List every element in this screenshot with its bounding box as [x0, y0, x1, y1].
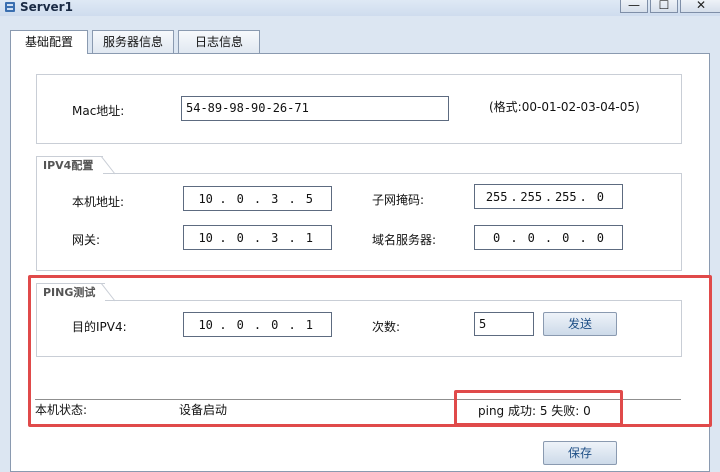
status-divider	[35, 399, 681, 400]
tab-log-info[interactable]: 日志信息	[178, 30, 260, 53]
ping-count-label: 次数:	[372, 320, 401, 334]
dns-input[interactable]: 0. 0. 0. 0	[474, 225, 623, 250]
subnet-label: 子网掩码:	[372, 193, 425, 207]
legend-tab-edge	[101, 156, 116, 175]
status-label: 本机状态:	[35, 403, 88, 417]
mac-input[interactable]: 54-89-98-90-26-71	[181, 96, 449, 121]
maximize-button[interactable]: ☐	[650, 0, 678, 13]
subnet-input[interactable]: 255. 255. 255. 0	[474, 184, 623, 209]
window-edge	[713, 53, 720, 472]
save-button[interactable]: 保存	[543, 441, 617, 465]
ping-legend: PING测试	[36, 283, 106, 301]
local-ip-label: 本机地址:	[72, 195, 125, 209]
title-bar: Server1 — ☐ ✕	[0, 0, 720, 16]
ping-target-input[interactable]: 10. 0. 0. 1	[183, 312, 332, 337]
minimize-button[interactable]: —	[620, 0, 648, 13]
ping-result: ping 成功: 5 失败: 0	[478, 404, 591, 418]
gateway-input[interactable]: 10. 0. 3. 1	[183, 225, 332, 250]
server-icon	[5, 2, 15, 12]
ping-count-input[interactable]: 5	[474, 312, 534, 336]
tab-basic-config[interactable]: 基础配置	[10, 30, 88, 54]
mac-format-hint: (格式:00-01-02-03-04-05)	[489, 100, 640, 114]
local-ip-input[interactable]: 10. 0. 3. 5	[183, 186, 332, 211]
legend-tab-edge	[101, 283, 116, 302]
dns-label: 域名服务器:	[372, 233, 437, 247]
tab-server-info[interactable]: 服务器信息	[92, 30, 174, 53]
mac-label: Mac地址:	[72, 104, 125, 118]
gateway-label: 网关:	[72, 233, 101, 247]
config-panel: Mac地址: 54-89-98-90-26-71 (格式:00-01-02-03…	[10, 53, 710, 472]
ping-target-label: 目的IPV4:	[72, 320, 127, 334]
status-value: 设备启动	[179, 403, 228, 417]
close-button[interactable]: ✕	[680, 0, 720, 13]
window-title: Server1	[20, 0, 73, 14]
send-button[interactable]: 发送	[543, 312, 617, 336]
ipv4-legend: IPV4配置	[36, 156, 104, 174]
